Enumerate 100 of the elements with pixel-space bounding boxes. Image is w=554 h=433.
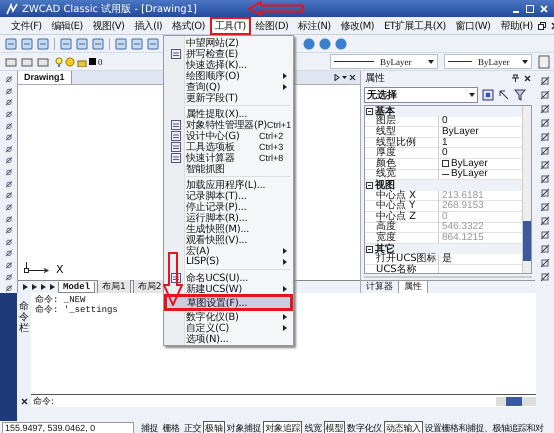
command-prompt: 命令:	[33, 396, 54, 408]
menu-entry[interactable]: 停止记录(P)...	[166, 201, 291, 212]
menu-entry[interactable]: 自定义(C)	[166, 322, 291, 333]
status-toggle[interactable]: 栅格	[160, 420, 182, 433]
property-name: 宽度	[365, 232, 439, 243]
app-logo-icon	[6, 2, 18, 14]
menu-entry[interactable]: 智能抓图	[166, 163, 291, 174]
status-toggle[interactable]: 对象追踪	[263, 420, 302, 433]
menu-item[interactable]: 窗口(W)	[450, 16, 496, 34]
menu-item[interactable]: 绘图(D)	[250, 16, 294, 34]
lineweight-dropdown[interactable]: ByLayer	[444, 54, 532, 69]
panel-tab[interactable]: 属性	[399, 281, 428, 293]
layout-tab[interactable]: 布局1	[97, 280, 131, 294]
menu-entry[interactable]: 观看快照(V)...	[166, 234, 291, 245]
collapse-icon[interactable]	[366, 108, 373, 115]
menu-entry[interactable]: 更新字段(T)	[166, 92, 291, 103]
menu-item[interactable]: 工具(T)	[210, 16, 251, 34]
selection-dropdown[interactable]: 无选择	[364, 87, 478, 103]
layout-tab[interactable]: Model	[58, 282, 96, 292]
tab-controls-icon[interactable]	[334, 74, 356, 81]
menu-entry[interactable]: 运行脚本(R)...	[166, 212, 291, 223]
arrow-annotation	[248, 1, 304, 16]
property-value[interactable]: 1	[439, 138, 448, 148]
status-toggle[interactable]: 对象捕捉	[224, 420, 264, 433]
menu-entry[interactable]: LISP(S)	[166, 256, 291, 267]
first-icon[interactable]	[22, 283, 29, 291]
menu-entry[interactable]: 生成快照(M)...	[166, 223, 291, 234]
menu-entry[interactable]: 查询(Q)	[166, 81, 291, 92]
menu-entry[interactable]: 记录脚本(T)...	[166, 190, 291, 201]
color-swatch-icon	[89, 58, 96, 65]
status-toggle[interactable]: 捕捉	[139, 420, 160, 433]
next-icon[interactable]	[40, 283, 47, 291]
document-tab[interactable]: Drawing1	[18, 71, 72, 84]
caret-icon[interactable]	[469, 93, 475, 97]
property-value[interactable]: 0	[439, 148, 448, 158]
status-toggle[interactable]: 极轴	[203, 420, 225, 433]
menu-item[interactable]: 帮助(H)	[495, 16, 538, 34]
panel-title: 属性	[365, 72, 385, 85]
menu-entry[interactable]: 工具选项板 Ctrl+3	[166, 141, 291, 152]
menu-entry[interactable]: 中望网站(Z)	[166, 37, 291, 48]
menu-item[interactable]: 格式(O)	[167, 16, 210, 34]
menu-entry[interactable]: 数字化仪(B)	[166, 311, 291, 322]
maximize-icon[interactable]	[526, 4, 534, 12]
property-value[interactable]: ByLayer	[439, 169, 488, 180]
status-toggle[interactable]: 线宽	[302, 420, 324, 433]
property-value[interactable]: 0	[439, 116, 448, 126]
scrollbar[interactable]	[496, 396, 536, 406]
property-name: 中心点 Y	[365, 201, 439, 212]
menu-entry[interactable]: 快速计算器 Ctrl+8	[166, 152, 291, 163]
filter-icon[interactable]	[514, 89, 526, 101]
property-value[interactable]: ByLayer	[439, 158, 488, 169]
property-name: 高度	[365, 222, 439, 232]
axis-label: X	[56, 263, 64, 276]
menu-entry[interactable]: 选项(N)...	[166, 333, 291, 344]
property-value[interactable]: 是	[439, 254, 452, 264]
menu-item[interactable]: 编辑(E)	[46, 16, 88, 34]
caret-icon[interactable]	[428, 60, 434, 64]
collapse-icon[interactable]	[366, 246, 373, 253]
property-name: 颜色	[365, 158, 439, 169]
status-toggle[interactable]: 模型	[324, 420, 346, 433]
prev-icon[interactable]	[31, 283, 38, 291]
close-icon[interactable]	[20, 398, 28, 405]
scrollbar[interactable]	[522, 106, 531, 273]
sun-icon	[65, 56, 75, 66]
select-objects-icon[interactable]	[482, 89, 494, 101]
coordinates-field: 155.9497, 539.0462, 0	[2, 422, 134, 433]
menu-entry[interactable]: 加载应用程序(L)...	[166, 179, 291, 190]
menu-entry[interactable]: 宏(A)	[166, 245, 291, 256]
menu-entry[interactable]: 新建UCS(W)	[166, 283, 291, 294]
status-toggle[interactable]: 正交	[182, 420, 204, 433]
property-name: 中心点 X	[365, 190, 439, 201]
menu-item[interactable]: 文件(F)	[6, 16, 47, 34]
menu-item[interactable]: ET扩展工具(X)	[378, 16, 451, 34]
menu-item[interactable]: 插入(I)	[129, 16, 168, 34]
menu-item[interactable]: 修改(M)	[336, 16, 379, 34]
last-icon[interactable]	[49, 283, 56, 291]
menu-entry[interactable]: 对象特性管理器(P)Ctrl+1	[166, 119, 291, 130]
history-line: 命令: _NEW	[35, 295, 86, 305]
menu-entry[interactable]: 设计中心(G) Ctrl+2	[166, 130, 291, 141]
menu-item[interactable]: 视图(V)	[88, 16, 130, 34]
pin-icon[interactable]	[512, 74, 519, 82]
property-value[interactable]: ByLayer	[439, 126, 479, 137]
property-name: 线型比例	[365, 138, 439, 148]
status-toggle[interactable]: 数字化仪	[345, 420, 384, 433]
menu-entry[interactable]: 绘图顺序(O)	[166, 70, 291, 81]
caret-icon[interactable]	[522, 60, 528, 64]
pick-icon[interactable]	[498, 89, 510, 101]
property-name: UCS名称	[365, 264, 439, 273]
menu-entry[interactable]: 属性提取(X)...	[166, 108, 291, 119]
collapse-icon[interactable]	[366, 182, 373, 189]
menu-item[interactable]: 标注(N)	[293, 16, 336, 34]
close-icon[interactable]	[524, 74, 531, 82]
menu-entry[interactable]: 命名UCS(U)...	[166, 272, 291, 283]
property-name: 打开UCS图标	[365, 254, 439, 264]
panel-label: 命令栏	[19, 301, 29, 334]
linetype-dropdown[interactable]: ByLayer	[330, 54, 438, 69]
layer-name: 0	[98, 56, 102, 66]
restore-icon[interactable]	[538, 22, 546, 30]
status-toggle[interactable]: 动态输入	[384, 420, 423, 433]
menu-entry[interactable]: 草图设置(F)...	[164, 294, 293, 311]
